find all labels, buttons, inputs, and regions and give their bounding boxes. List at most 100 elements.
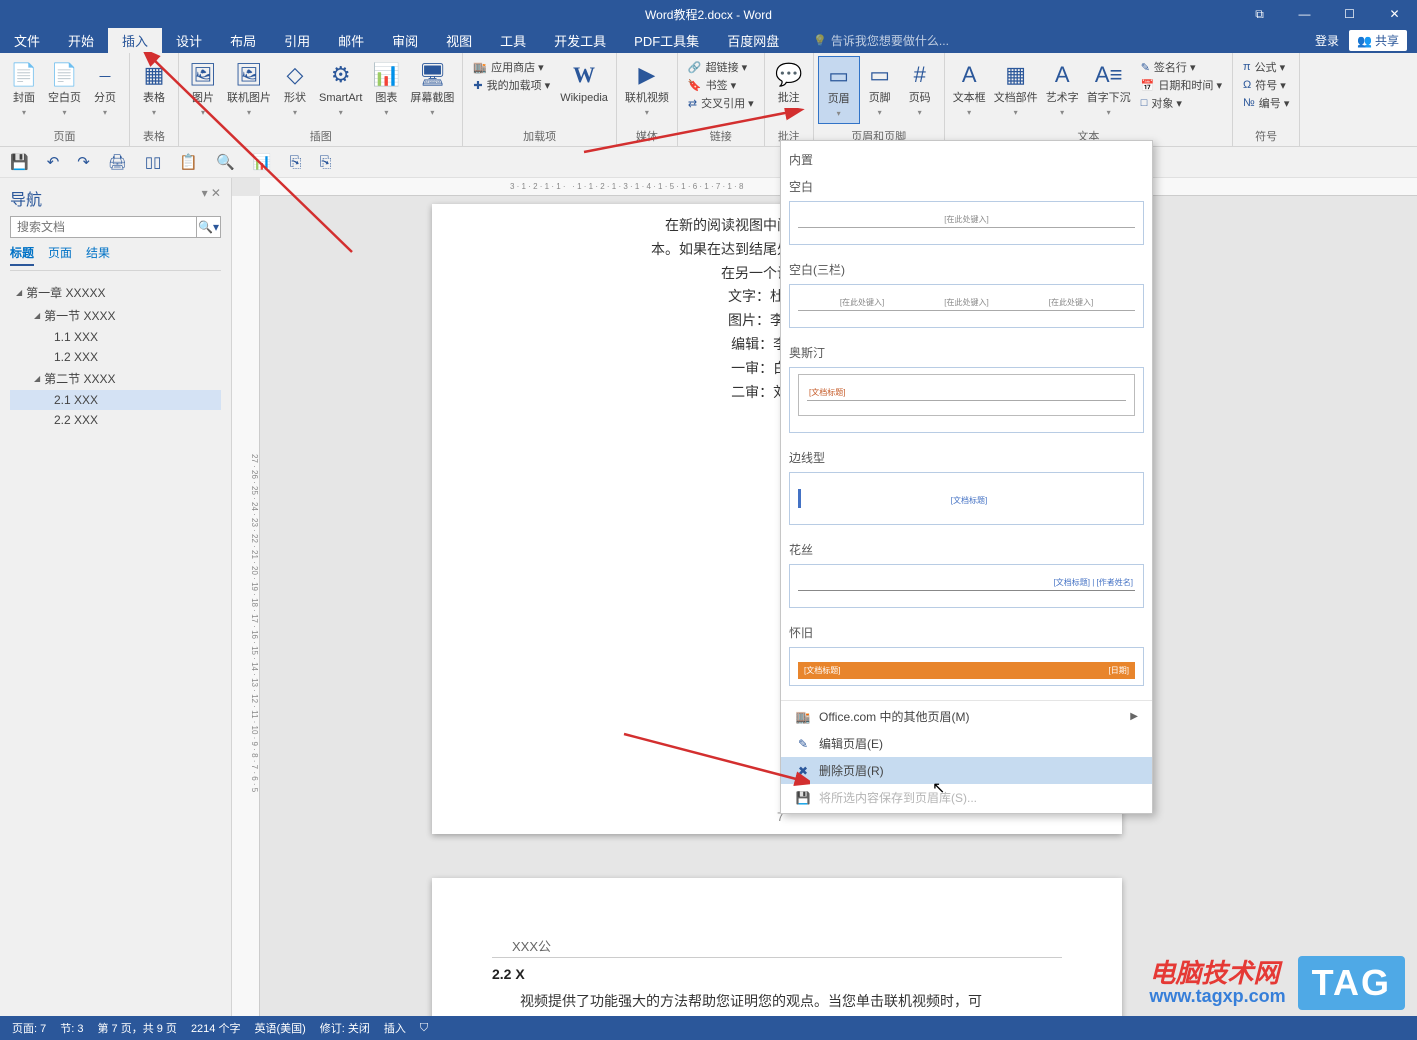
search-icon[interactable]: 🔍▾ <box>196 217 220 237</box>
ribbon-表格[interactable]: ▦表格▾ <box>134 56 174 122</box>
menu-tab-1[interactable]: 开始 <box>54 28 108 53</box>
share-button[interactable]: 👥 共享 <box>1349 30 1407 51</box>
vertical-ruler[interactable]: 27 · 26 · 25 · 24 · 23 · 22 · 21 · 20 · … <box>232 196 260 1040</box>
ribbon-图片[interactable]: 🖼图片▾ <box>183 56 223 122</box>
qat-button-4[interactable]: ▯▯ <box>145 153 162 171</box>
ribbon-封面[interactable]: 📄封面▾ <box>4 56 44 122</box>
menu-tab-11[interactable]: PDF工具集 <box>620 28 713 53</box>
ribbon-SmartArt[interactable]: ⚙SmartArt▾ <box>315 56 366 122</box>
nav-title: 导航 <box>10 186 42 210</box>
nav-tab-结果[interactable]: 结果 <box>86 244 110 266</box>
ribbon-Wikipedia[interactable]: WWikipedia <box>556 56 612 108</box>
status-item-1[interactable]: 节: 3 <box>60 1020 83 1036</box>
outline-item[interactable]: 1.1 XXX <box>10 327 221 347</box>
ribbon-页码[interactable]: #页码▾ <box>900 56 940 122</box>
ribbon-分页[interactable]: ⎯分页▾ <box>85 56 125 122</box>
nav-options[interactable]: ▾ ✕ <box>202 186 221 210</box>
ribbon-对象[interactable]: □对象 ▾ <box>1137 94 1226 112</box>
gallery-item-边线型[interactable]: [文档标题] <box>789 472 1144 525</box>
qat-button-3[interactable]: 🖨 <box>108 153 127 171</box>
gallery-menu-删除页眉(R)[interactable]: ✖删除页眉(R) <box>781 757 1152 784</box>
gallery-item-怀旧[interactable]: [文档标题][日期] <box>789 647 1144 686</box>
qat-button-9[interactable]: ⎘ <box>319 154 331 171</box>
ribbon-超链接[interactable]: 🔗超链接 ▾ <box>684 58 758 76</box>
gallery-menu-编辑页眉(E)[interactable]: ✎编辑页眉(E) <box>781 730 1152 757</box>
ribbon-交叉引用[interactable]: ⇄交叉引用 ▾ <box>684 94 758 112</box>
ribbon-页眉[interactable]: ▭页眉▾ <box>818 56 860 124</box>
page-header-area[interactable]: XXX公 <box>492 928 1062 958</box>
menu-tab-4[interactable]: 布局 <box>216 28 270 53</box>
qat-button-2[interactable]: ↷ <box>77 153 90 171</box>
status-item-2[interactable]: 第 7 页，共 9 页 <box>97 1020 176 1036</box>
ribbon-group-label: 链接 <box>678 126 764 146</box>
ribbon-符号[interactable]: Ω符号 ▾ <box>1239 76 1293 94</box>
ribbon-日期和时间[interactable]: 📅日期和时间 ▾ <box>1137 76 1226 94</box>
gallery-item-奥斯汀[interactable]: [文档标题] <box>789 367 1144 433</box>
menu-tab-5[interactable]: 引用 <box>270 28 324 53</box>
ribbon-文本框[interactable]: A文本框▾ <box>949 56 990 122</box>
tell-me-input[interactable]: 告诉我您想要做什么... <box>813 32 949 49</box>
qat-button-5[interactable]: 📋 <box>179 153 198 171</box>
ribbon-group-label: 符号 <box>1233 126 1299 146</box>
outline-item[interactable]: ◢第一章 XXXXX <box>10 281 221 304</box>
menu-tab-10[interactable]: 开发工具 <box>540 28 620 53</box>
ribbon-艺术字[interactable]: A艺术字▾ <box>1042 56 1083 122</box>
status-item-7[interactable]: ⛉ <box>420 1022 428 1035</box>
nav-tab-页面[interactable]: 页面 <box>48 244 72 266</box>
status-item-0[interactable]: 页面: 7 <box>12 1020 46 1036</box>
qat-button-6[interactable]: 🔍 <box>216 153 235 171</box>
outline-item[interactable]: 1.2 XXX <box>10 347 221 367</box>
outline-item[interactable]: 2.2 XXX <box>10 410 221 430</box>
gallery-item-空白(三栏)[interactable]: [在此处键入][在此处键入][在此处键入] <box>789 284 1144 328</box>
ribbon-空白页[interactable]: 📄空白页▾ <box>44 56 85 122</box>
menu-tab-2[interactable]: 插入 <box>108 28 162 53</box>
ribbon-文档部件[interactable]: ▦文档部件▾ <box>990 56 1042 122</box>
menu-tab-12[interactable]: 百度网盘 <box>713 28 793 53</box>
ribbon-页脚[interactable]: ▭页脚▾ <box>860 56 900 122</box>
titlebar: Word教程2.docx - Word ⧉ — ☐ ✕ <box>0 0 1417 28</box>
menu-tab-3[interactable]: 设计 <box>162 28 216 53</box>
login-link[interactable]: 登录 <box>1315 32 1339 49</box>
outline-item[interactable]: ◢第二节 XXXX <box>10 367 221 390</box>
qat-button-0[interactable]: 💾 <box>10 153 29 171</box>
ribbon-display-options[interactable]: ⧉ <box>1237 0 1282 28</box>
ribbon-首字下沉[interactable]: A≡首字下沉▾ <box>1083 56 1135 122</box>
status-item-3[interactable]: 2214 个字 <box>191 1020 241 1036</box>
menu-tab-6[interactable]: 邮件 <box>324 28 378 53</box>
ribbon-联机视频[interactable]: ▶联机视频▾ <box>621 56 673 122</box>
qat-button-1[interactable]: ↶ <box>47 153 60 171</box>
gallery-item-花丝[interactable]: [文档标题] | [作者姓名] <box>789 564 1144 608</box>
status-item-6[interactable]: 插入 <box>384 1020 406 1036</box>
ribbon-批注[interactable]: 💬批注▾ <box>769 56 809 122</box>
ribbon-形状[interactable]: ◇形状▾ <box>275 56 315 122</box>
gallery-item-空白[interactable]: [在此处键入] <box>789 201 1144 245</box>
close-button[interactable]: ✕ <box>1372 0 1417 28</box>
ribbon-编号[interactable]: №编号 ▾ <box>1239 94 1293 112</box>
ribbon-屏幕截图[interactable]: 🖥屏幕截图▾ <box>406 56 458 122</box>
menu-tab-7[interactable]: 审阅 <box>378 28 432 53</box>
qat-button-8[interactable]: ⎘ <box>289 154 301 171</box>
menu-tab-8[interactable]: 视图 <box>432 28 486 53</box>
gallery-menu-Office.com 中的其他页眉(M)[interactable]: 🏬Office.com 中的其他页眉(M)▶ <box>781 703 1152 730</box>
nav-tab-标题[interactable]: 标题 <box>10 244 34 266</box>
ribbon-书签[interactable]: 🔖书签 ▾ <box>684 76 758 94</box>
ribbon-我的加载项[interactable]: ✚我的加载项 ▾ <box>469 76 554 94</box>
status-item-4[interactable]: 英语(美国) <box>254 1020 305 1036</box>
qat-button-7[interactable]: 📊 <box>253 153 272 171</box>
menu-tab-0[interactable]: 文件 <box>0 28 54 53</box>
header-gallery-dropdown[interactable]: 内置空白[在此处键入]空白(三栏)[在此处键入][在此处键入][在此处键入]奥斯… <box>780 140 1153 814</box>
ribbon-图表[interactable]: 📊图表▾ <box>366 56 406 122</box>
ribbon-应用商店[interactable]: 🏬应用商店 ▾ <box>469 58 554 76</box>
ribbon-公式[interactable]: π公式 ▾ <box>1239 58 1293 76</box>
minimize-button[interactable]: — <box>1282 0 1327 28</box>
ribbon-联机图片[interactable]: 🖼联机图片▾ <box>223 56 275 122</box>
menu-tab-9[interactable]: 工具 <box>486 28 540 53</box>
search-input[interactable] <box>11 217 196 237</box>
ribbon-签名行[interactable]: ✎签名行 ▾ <box>1137 58 1226 76</box>
outline-item[interactable]: ◢第一节 XXXX <box>10 304 221 327</box>
status-item-5[interactable]: 修订: 关闭 <box>320 1020 370 1036</box>
search-box[interactable]: 🔍▾ <box>10 216 221 238</box>
outline-item[interactable]: 2.1 XXX <box>10 390 221 410</box>
maximize-button[interactable]: ☐ <box>1327 0 1372 28</box>
document-title: Word教程2.docx - Word <box>645 6 772 23</box>
